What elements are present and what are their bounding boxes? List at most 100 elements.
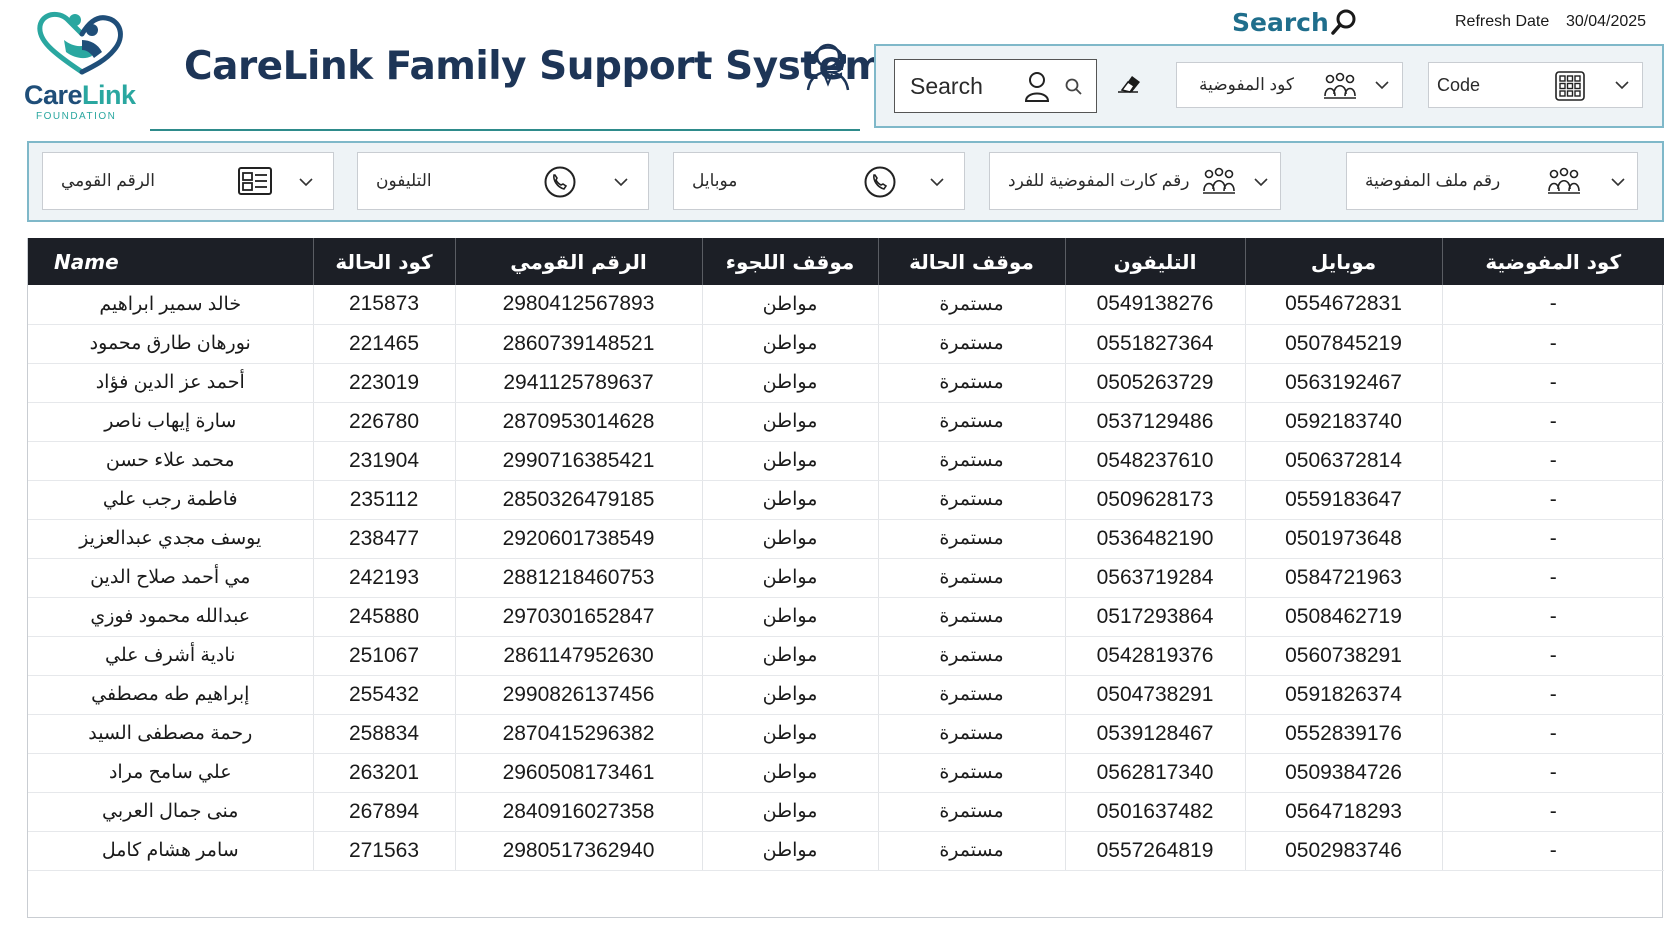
commission-code-cell: - bbox=[1442, 714, 1664, 754]
name-cell: علي سامح مراد bbox=[28, 753, 314, 793]
table-row[interactable]: محمد علاء حسن 231904 2990716385421 مواطن مست… bbox=[28, 441, 1664, 481]
table-row[interactable]: سامر هشام كامل 271563 2980517362940 مواطن مس… bbox=[28, 831, 1664, 871]
case-status-cell: مستمرة bbox=[878, 480, 1066, 520]
case-code-cell: 226780 bbox=[313, 402, 456, 442]
column-header-name[interactable]: Name bbox=[28, 238, 314, 285]
national-id-cell: 2840916027358 bbox=[455, 792, 703, 832]
mobile-dropdown[interactable]: موبايل bbox=[673, 152, 965, 210]
case-status-cell: مستمرة bbox=[878, 285, 1066, 325]
chevron-down-icon bbox=[614, 178, 628, 187]
telephone-label: التليفون bbox=[376, 171, 432, 190]
magnifier-icon bbox=[1331, 9, 1356, 35]
mobile-cell: 0554672831 bbox=[1245, 285, 1443, 325]
case-code-cell: 221465 bbox=[313, 324, 456, 364]
table-row[interactable]: علي سامح مراد 263201 2960508173461 مواطن مست… bbox=[28, 753, 1664, 793]
table-row[interactable]: إبراهيم طه مصطفي 255432 2990826137456 مواطن… bbox=[28, 675, 1664, 715]
telephone-cell: 0549138276 bbox=[1065, 285, 1246, 325]
asylum-status-cell: مواطن bbox=[702, 558, 879, 598]
commission-code-label: كود المفوضية bbox=[1199, 75, 1294, 94]
mobile-cell: 0502983746 bbox=[1245, 831, 1443, 871]
asylum-status-cell: مواطن bbox=[702, 441, 879, 481]
chevron-down-icon bbox=[1375, 81, 1389, 90]
mobile-cell: 0560738291 bbox=[1245, 636, 1443, 676]
title-underline bbox=[150, 129, 860, 131]
telephone-cell: 0562817340 bbox=[1065, 753, 1246, 793]
telephone-cell: 0548237610 bbox=[1065, 441, 1246, 481]
case-code-cell: 245880 bbox=[313, 597, 456, 637]
table-row[interactable]: نورهان طارق محمود 221465 2860739148521 مواط… bbox=[28, 324, 1664, 364]
asylum-status-cell: مواطن bbox=[702, 675, 879, 715]
commission-code-cell: - bbox=[1442, 285, 1664, 325]
column-header-case-status[interactable]: موقف الحالة bbox=[878, 238, 1066, 285]
case-code-cell: 271563 bbox=[313, 831, 456, 871]
telephone-cell: 0537129486 bbox=[1065, 402, 1246, 442]
commission-code-dropdown[interactable]: كود المفوضية bbox=[1176, 62, 1403, 108]
column-header-asylum-status[interactable]: موقف اللجوء bbox=[702, 238, 879, 285]
national-id-cell: 2990826137456 bbox=[455, 675, 703, 715]
telephone-dropdown[interactable]: التليفون bbox=[357, 152, 649, 210]
national-id-dropdown[interactable]: الرقم القومي bbox=[42, 152, 334, 210]
column-header-mobile[interactable]: موبايل bbox=[1245, 238, 1443, 285]
table-row[interactable]: رحمة مصطفى السيد 258834 2870415296382 مواطن… bbox=[28, 714, 1664, 754]
case-code-cell: 267894 bbox=[313, 792, 456, 832]
telephone-cell: 0505263729 bbox=[1065, 363, 1246, 403]
table-row[interactable]: نادية أشرف علي 251067 2861147952630 مواطن مس… bbox=[28, 636, 1664, 676]
mobile-cell: 0563192467 bbox=[1245, 363, 1443, 403]
column-header-commission-code[interactable]: كود المفوضية bbox=[1442, 238, 1664, 285]
table-row[interactable]: يوسف مجدي عبدالعزيز 238477 2920601738549 مو… bbox=[28, 519, 1664, 559]
mobile-cell: 0591826374 bbox=[1245, 675, 1443, 715]
mobile-cell: 0592183740 bbox=[1245, 402, 1443, 442]
column-header-national-id[interactable]: الرقم القومي bbox=[455, 238, 703, 285]
table-row[interactable]: مي أحمد صلاح الدين 242193 2881218460753 موا… bbox=[28, 558, 1664, 598]
name-cell: رحمة مصطفى السيد bbox=[28, 714, 314, 754]
national-id-cell: 2860739148521 bbox=[455, 324, 703, 364]
table-row[interactable]: سارة إيهاب ناصر 226780 2870953014628 مواطن م… bbox=[28, 402, 1664, 442]
cases-table: Name كود الحالة الرقم القومي موقف اللجوء… bbox=[27, 238, 1664, 918]
table-row[interactable]: أحمد عز الدين فؤاد 223019 2941125789637 موا… bbox=[28, 363, 1664, 403]
filter-panel: الرقم القومي التليفون موبايل رقم كارت ال… bbox=[27, 141, 1664, 222]
table-row[interactable]: عبدالله محمود فوزي 245880 2970301652847 موا… bbox=[28, 597, 1664, 637]
search-input[interactable]: Search bbox=[894, 59, 1097, 113]
national-id-cell: 2970301652847 bbox=[455, 597, 703, 637]
column-header-case-code[interactable]: كود الحالة bbox=[313, 238, 456, 285]
column-header-telephone[interactable]: التليفون bbox=[1065, 238, 1246, 285]
case-code-cell: 231904 bbox=[313, 441, 456, 481]
table-row[interactable]: فاطمة رجب علي 235112 2850326479185 مواطن مست… bbox=[28, 480, 1664, 520]
table-header-row: Name كود الحالة الرقم القومي موقف اللجوء… bbox=[28, 238, 1664, 285]
table-row[interactable]: خالد سمير ابراهيم 215873 2980412567893 مواط… bbox=[28, 285, 1664, 325]
telephone-cell: 0563719284 bbox=[1065, 558, 1246, 598]
telephone-cell: 0504738291 bbox=[1065, 675, 1246, 715]
commission-code-cell: - bbox=[1442, 792, 1664, 832]
national-id-cell: 2980517362940 bbox=[455, 831, 703, 871]
commission-code-cell: - bbox=[1442, 636, 1664, 676]
id-card-icon bbox=[238, 167, 272, 195]
name-cell: سارة إيهاب ناصر bbox=[28, 402, 314, 442]
case-code-cell: 238477 bbox=[313, 519, 456, 559]
code-dropdown[interactable]: Code bbox=[1428, 62, 1643, 108]
support-agent-icon bbox=[806, 43, 850, 91]
case-status-cell: مستمرة bbox=[878, 792, 1066, 832]
national-id-cell: 2920601738549 bbox=[455, 519, 703, 559]
mobile-cell: 0509384726 bbox=[1245, 753, 1443, 793]
mobile-cell: 0564718293 bbox=[1245, 792, 1443, 832]
mobile-cell: 0507845219 bbox=[1245, 324, 1443, 364]
eraser-icon[interactable] bbox=[1116, 72, 1142, 94]
mobile-cell: 0559183647 bbox=[1245, 480, 1443, 520]
commission-code-cell: - bbox=[1442, 597, 1664, 637]
national-id-cell: 2960508173461 bbox=[455, 753, 703, 793]
telephone-cell: 0551827364 bbox=[1065, 324, 1246, 364]
commission-card-number-dropdown[interactable]: رقم كارت المفوضية للفرد bbox=[989, 152, 1281, 210]
mobile-label: موبايل bbox=[692, 171, 738, 190]
commission-code-cell: - bbox=[1442, 675, 1664, 715]
name-cell: إبراهيم طه مصطفي bbox=[28, 675, 314, 715]
table-row[interactable]: منى جمال العربي 267894 2840916027358 مواطن م… bbox=[28, 792, 1664, 832]
commission-file-number-dropdown[interactable]: رقم ملف المفوضية bbox=[1346, 152, 1638, 210]
refresh-date-label: Refresh Date bbox=[1455, 13, 1550, 30]
name-cell: نادية أشرف علي bbox=[28, 636, 314, 676]
code-label: Code bbox=[1437, 74, 1481, 95]
telephone-cell: 0539128467 bbox=[1065, 714, 1246, 754]
telephone-cell: 0517293864 bbox=[1065, 597, 1246, 637]
mobile-cell: 0506372814 bbox=[1245, 441, 1443, 481]
asylum-status-cell: مواطن bbox=[702, 480, 879, 520]
commission-code-cell: - bbox=[1442, 441, 1664, 481]
